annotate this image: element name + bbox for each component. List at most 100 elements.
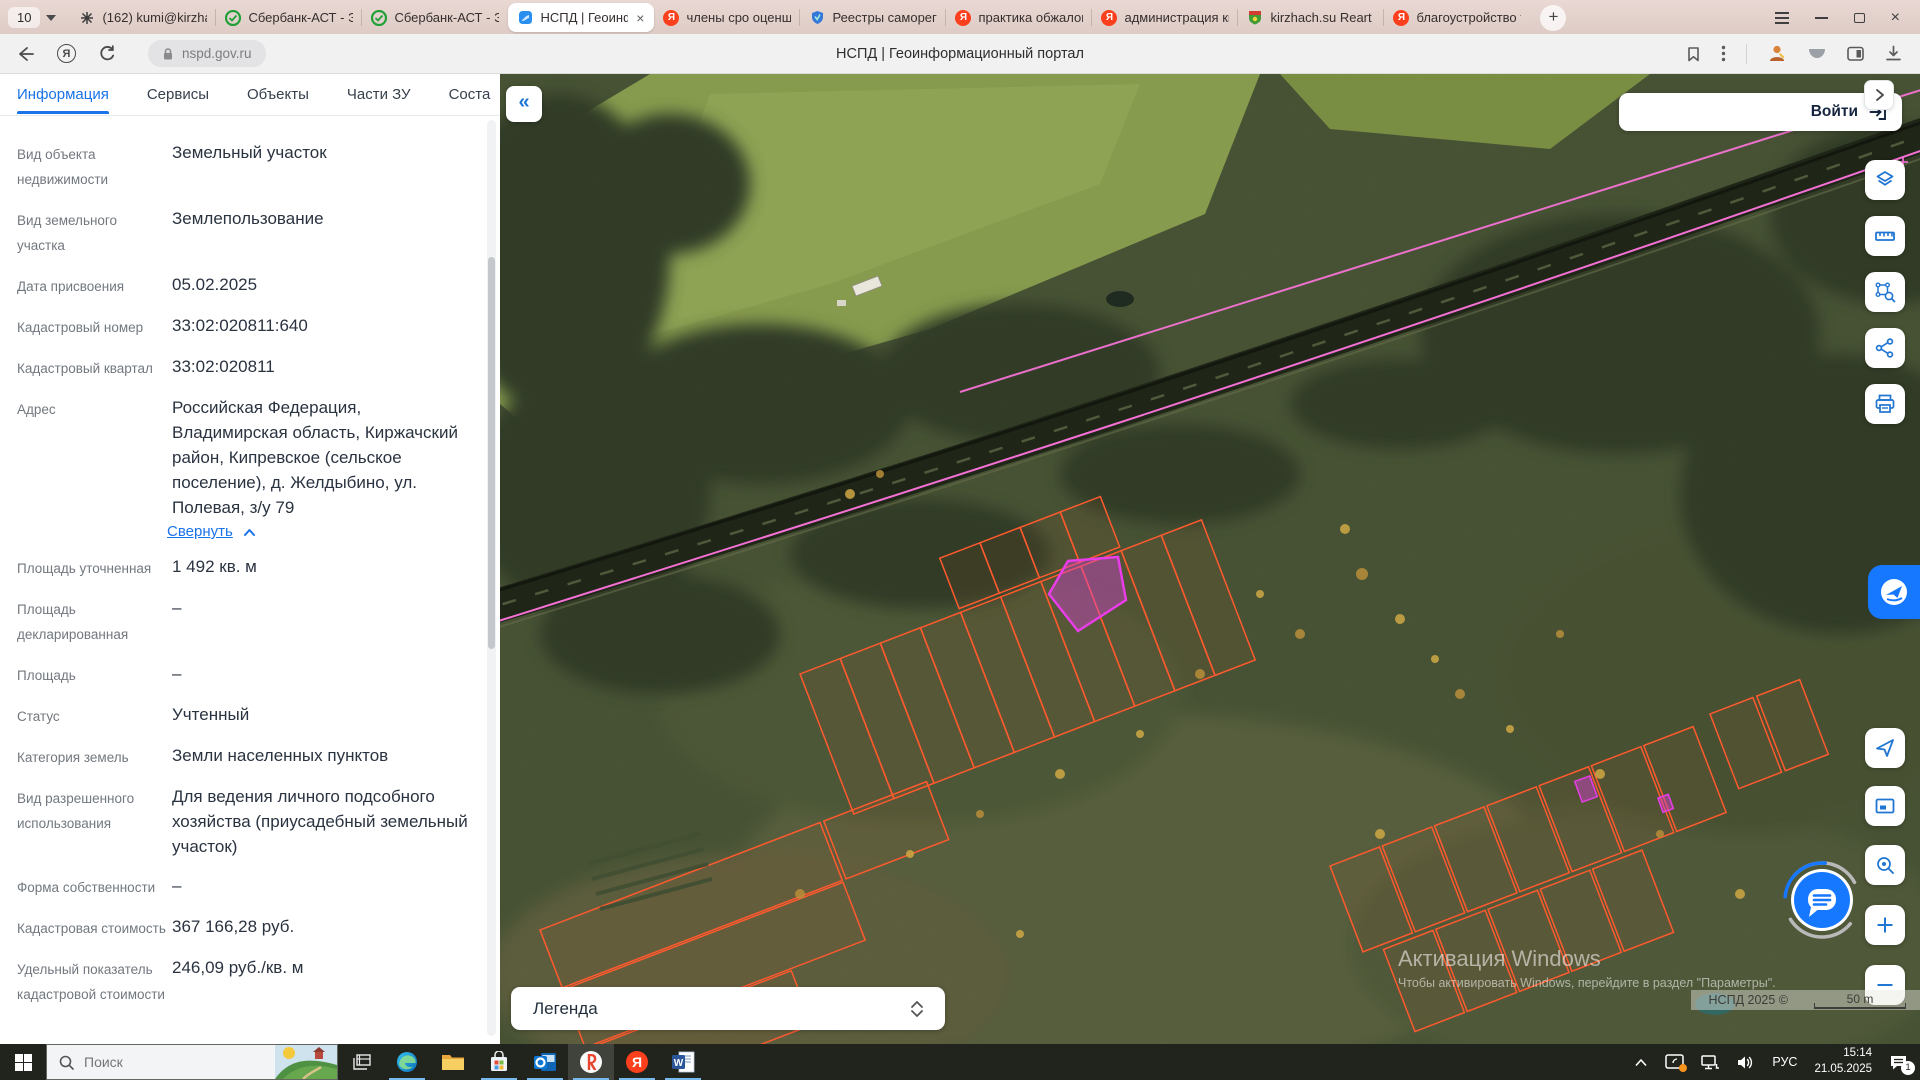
assistant-button[interactable] — [1868, 565, 1920, 619]
tab-counter[interactable]: 10 — [8, 7, 56, 28]
field-label: Дата присвоения — [17, 272, 167, 299]
collapse-address-link[interactable]: Свернуть — [167, 523, 233, 540]
satellite-imagery[interactable] — [500, 74, 1920, 1044]
taskbar-app-edge[interactable] — [384, 1044, 430, 1080]
chevron-up-icon[interactable] — [243, 527, 256, 537]
unfold-icon[interactable] — [909, 999, 925, 1019]
share-button[interactable] — [1865, 328, 1905, 368]
notification-center-button[interactable]: 1 — [1889, 1054, 1908, 1071]
chat-widget-button[interactable] — [1780, 858, 1864, 942]
new-tab-button[interactable]: + — [1540, 5, 1566, 31]
browser-tab[interactable]: Я практика обжалов — [946, 3, 1092, 32]
browser-tab[interactable]: Сбербанк-АСТ - Эл — [362, 3, 508, 32]
tab-objects[interactable]: Объекты — [247, 75, 309, 114]
bookmark-icon[interactable] — [1686, 46, 1701, 62]
zoom-in-button[interactable] — [1865, 905, 1905, 945]
field-row: Форма собственности – — [17, 873, 480, 900]
tab-composition[interactable]: Соста — [449, 75, 491, 114]
field-row: Удельный показатель кадастровой стоимост… — [17, 955, 480, 1007]
alice-icon[interactable] — [1807, 47, 1827, 61]
volume-icon[interactable] — [1737, 1055, 1755, 1070]
taskbar-app-store[interactable] — [476, 1044, 522, 1080]
field-row-address: Адрес Российская Федерация, Владимирская… — [17, 395, 480, 540]
browser-tab[interactable]: Я администрация ки — [1092, 3, 1238, 32]
language-indicator[interactable]: РУС — [1772, 1055, 1797, 1069]
locate-button[interactable] — [1865, 728, 1905, 768]
field-value: 33:02:020811:640 — [172, 313, 308, 340]
login-bar[interactable]: Войти — [1619, 93, 1902, 131]
map-attribution: НСПД 2025 © 50 m — [1691, 990, 1920, 1010]
scrollbar-thumb[interactable] — [488, 257, 495, 649]
taskbar-app-outlook[interactable] — [522, 1044, 568, 1080]
collapse-panel-button[interactable]: « — [506, 86, 542, 122]
browser-tab[interactable]: Сбербанк-АСТ - Эл — [216, 3, 362, 32]
tab-services[interactable]: Сервисы — [147, 75, 209, 114]
screen-notification-icon[interactable] — [1665, 1054, 1684, 1070]
close-icon[interactable]: × — [1891, 10, 1900, 26]
panel-tabs-scroll-right-button[interactable] — [1864, 80, 1894, 110]
field-label: Категория земель — [17, 743, 167, 770]
refresh-icon[interactable] — [98, 45, 116, 63]
browser-tab[interactable]: Я члены сро оценщи — [654, 3, 800, 32]
back-icon[interactable] — [16, 45, 35, 63]
profile-avatar-icon[interactable] — [1767, 44, 1787, 63]
taskbar-clock[interactable]: 15:14 21.05.2025 — [1814, 1046, 1872, 1077]
browser-menu-icon[interactable] — [1775, 12, 1789, 24]
kebab-menu-icon[interactable] — [1721, 45, 1726, 62]
tab-information[interactable]: Информация — [17, 75, 109, 114]
object-search-icon — [1874, 854, 1896, 876]
field-label: Форма собственности — [17, 873, 167, 900]
plus-icon: + — [1549, 7, 1559, 27]
browser-tab[interactable]: kirzhach.su Reart - — [1238, 3, 1384, 32]
panel-scrollbar[interactable] — [487, 120, 496, 1036]
field-label: Статус — [17, 702, 167, 729]
object-search-button[interactable] — [1865, 845, 1905, 885]
taskbar-app-yandex[interactable]: Я — [614, 1044, 660, 1080]
legend-panel[interactable]: Легенда — [511, 987, 945, 1030]
yandex-home-icon[interactable]: Я — [57, 44, 76, 63]
mini-map-button[interactable] — [1865, 786, 1905, 826]
taskbar-search[interactable] — [46, 1044, 338, 1080]
taskbar-app-yandex-browser[interactable] — [568, 1044, 614, 1080]
minimize-icon[interactable] — [1815, 17, 1828, 19]
browser-tab[interactable]: Я благоустройство т — [1384, 3, 1530, 32]
yandex-icon: Я — [1101, 10, 1117, 26]
field-value: Земельный участок — [172, 140, 327, 192]
taskbar-app-explorer[interactable] — [430, 1044, 476, 1080]
maximize-icon[interactable] — [1854, 13, 1865, 23]
start-button[interactable] — [0, 1044, 46, 1080]
browser-tab-strip: 10 (162) kumi@kirzhach Сбербанк-АСТ - Эл… — [0, 0, 1920, 34]
field-value: 246,09 руб./кв. м — [172, 955, 303, 1007]
spatial-search-button[interactable] — [1865, 272, 1905, 312]
side-panel-icon[interactable] — [1847, 46, 1865, 62]
locate-icon — [1874, 737, 1896, 759]
downloads-icon[interactable] — [1885, 45, 1902, 62]
chevron-down-icon — [46, 15, 56, 21]
field-value: – — [172, 661, 181, 688]
search-input[interactable] — [84, 1054, 254, 1070]
word-icon: W — [671, 1051, 695, 1073]
ruler-icon — [1874, 225, 1896, 247]
kirzhach-emblem-icon — [1247, 10, 1263, 26]
browser-tab[interactable]: Реестры саморегу — [800, 3, 946, 32]
tab-count: 10 — [8, 7, 40, 28]
network-icon[interactable] — [1701, 1055, 1720, 1070]
task-view-button[interactable] — [338, 1044, 384, 1080]
search-daily-image[interactable] — [275, 1045, 337, 1079]
tab-label: благоустройство т — [1416, 10, 1521, 25]
address-bar[interactable]: nspd.gov.ru — [148, 40, 266, 67]
ruler-button[interactable] — [1865, 216, 1905, 256]
url-text: nspd.gov.ru — [182, 46, 252, 61]
tab-close-icon[interactable]: × — [635, 11, 645, 25]
sber-check-icon — [371, 10, 387, 26]
taskbar-app-word[interactable]: W — [660, 1044, 706, 1080]
browser-tab-active[interactable]: НСПД | Геоинфо × — [508, 3, 654, 32]
layers-button[interactable] — [1865, 160, 1905, 200]
tab-parcel-parts[interactable]: Части ЗУ — [347, 75, 411, 114]
satellite-map[interactable]: « Войти — [500, 74, 1920, 1044]
print-button[interactable] — [1865, 384, 1905, 424]
browser-tab[interactable]: (162) kumi@kirzhach — [70, 3, 216, 32]
chevron-up-icon[interactable] — [1634, 1058, 1648, 1067]
edge-icon — [395, 1050, 419, 1074]
field-row: Вид разрешенного использования Для веден… — [17, 784, 480, 859]
